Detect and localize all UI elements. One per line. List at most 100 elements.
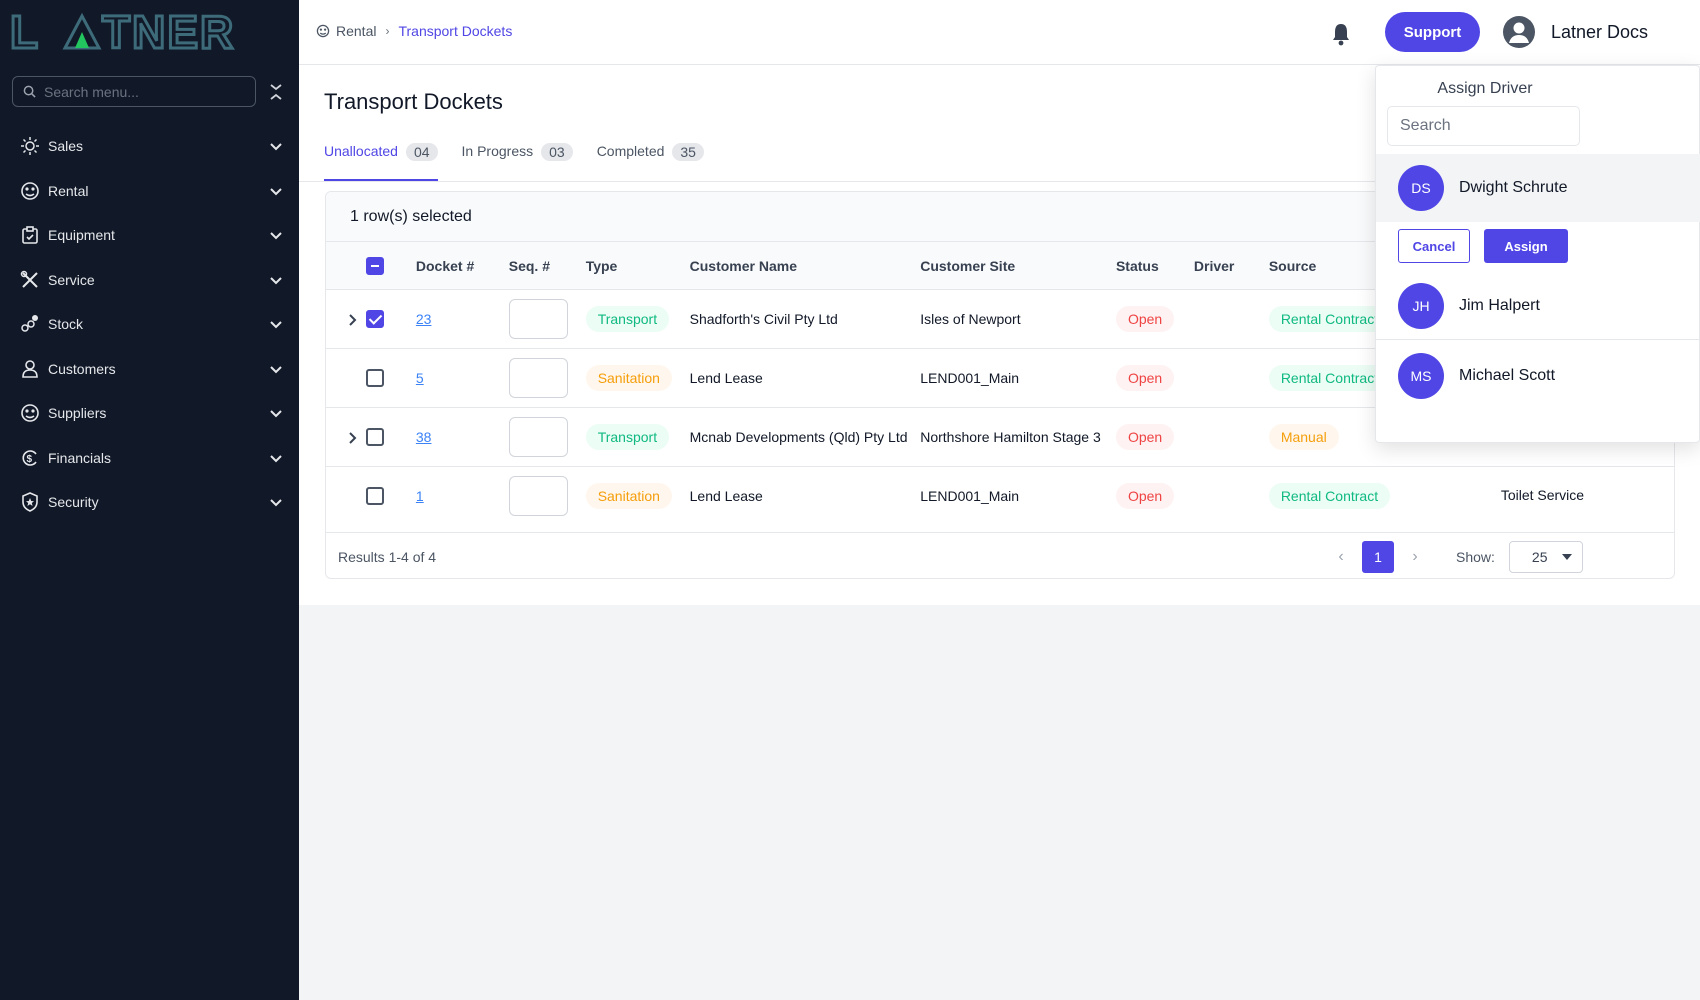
collapse-icon[interactable] [268,82,284,102]
sidebar-nav: Sales Rental Equipment Service Stock Cus… [0,124,299,525]
sidebar-item-label: Sales [48,138,84,155]
sidebar-item-equipment[interactable]: Equipment [0,213,299,258]
chevron-right-icon[interactable] [345,431,359,445]
docket-link[interactable]: 38 [416,429,432,445]
latner-logo[interactable]: L TNER [9,5,280,60]
column-header[interactable]: Status [1115,241,1194,290]
type-badge: Transport [585,306,670,332]
sidebar-item-label: Financials [48,449,112,466]
driver-option-dwight[interactable]: DS Dwight Schrute [1376,154,1700,222]
top-header: Rental › Transport Dockets Support Latne… [299,0,1700,65]
popover-actions: Cancel Assign [1398,229,1568,263]
type-badge: Transport [585,424,670,450]
chevron-down-icon [270,410,282,418]
driver-avatar: JH [1398,282,1444,329]
sidebar-search-input[interactable] [44,83,234,100]
driver-search-input[interactable] [1387,106,1580,146]
cancel-button[interactable]: Cancel [1398,229,1470,263]
chevron-down-icon [270,188,282,196]
sidebar-item-stock[interactable]: Stock [0,302,299,347]
column-header[interactable]: Type [585,241,690,290]
sidebar-item-label: Suppliers [48,405,107,422]
driver-avatar: MS [1398,352,1444,399]
seq-input[interactable] [508,417,568,457]
sidebar-item-customers[interactable]: Customers [0,347,299,392]
sidebar-item-sales[interactable]: Sales [0,124,299,169]
sidebar-item-suppliers[interactable]: Suppliers [0,391,299,436]
user-name: Latner Docs [1551,21,1649,42]
driver-name: Dwight Schrute [1459,179,1568,196]
results-count: Results 1-4 of 4 [338,548,437,565]
status-badge: Open [1115,424,1175,450]
sidebar-item-service[interactable]: Service [0,258,299,303]
table-footer: Results 1-4 of 4 ‹ 1 › Show: 25 [326,532,1674,578]
support-button[interactable]: Support [1385,12,1480,52]
tab-count: 04 [405,143,438,161]
table-row[interactable]: 1 Sanitation Lend Lease LEND001_Main Ope… [326,466,1674,526]
seq-input[interactable] [508,476,568,517]
select-all-checkbox[interactable] [365,256,384,275]
sidebar-item-label: Equipment [48,227,115,244]
sales-icon [19,135,41,157]
svg-text:TNER: TNER [102,10,235,54]
assign-button[interactable]: Assign [1484,229,1568,263]
svg-text:$: $ [27,454,33,465]
customers-icon [19,358,41,380]
page-size-select[interactable]: 25 [1508,541,1583,573]
chevron-right-icon[interactable] [345,313,359,327]
sidebar-item-rental[interactable]: Rental [0,169,299,214]
sidebar-item-security[interactable]: Security [0,480,299,525]
driver-cell [1194,290,1269,349]
suppliers-icon [19,402,41,424]
tab-label: In Progress [461,143,534,159]
seq-input[interactable] [508,299,568,339]
equipment-icon [19,224,41,246]
status-badge: Open [1115,365,1175,391]
bell-icon[interactable] [1330,22,1352,46]
search-icon [23,85,36,98]
tab-unallocated[interactable]: Unallocated 04 [324,137,438,181]
chevron-down-icon [270,143,282,151]
type-badge: Sanitation [585,483,672,510]
row-checkbox[interactable] [365,369,384,388]
source-badge: Manual [1268,424,1339,450]
customer-name: Lend Lease [689,488,763,505]
page-number[interactable]: 1 [1362,541,1394,573]
breadcrumb-current[interactable]: Transport Dockets [398,23,512,39]
docket-tabs: Unallocated 04 In Progress 03 Completed … [324,137,728,181]
breadcrumb-rental[interactable]: Rental [336,23,376,39]
sidebar-item-label: Service [48,271,95,288]
seq-input[interactable] [508,358,568,398]
user-menu[interactable]: Latner Docs [1503,16,1648,48]
prev-page-icon[interactable]: ‹ [1326,548,1356,566]
sidebar-search[interactable] [12,76,256,107]
popover-title: Assign Driver [1437,80,1533,97]
driver-option-michael[interactable]: MS Michael Scott [1376,341,1700,410]
column-header[interactable]: Driver [1193,241,1269,290]
row-checkbox[interactable] [365,310,384,329]
tab-label: Completed [596,143,665,159]
tab-completed[interactable]: Completed 35 [597,137,704,181]
tab-label: Unallocated [324,143,398,159]
row-checkbox[interactable] [365,487,384,506]
column-header[interactable]: Customer Name [689,241,921,290]
tab-in-progress[interactable]: In Progress 03 [462,137,573,181]
driver-option-jim[interactable]: JH Jim Halpert [1376,272,1700,340]
service-type-label: Toilet Service [1500,487,1585,503]
breadcrumb: Rental › Transport Dockets [316,23,512,39]
docket-link[interactable]: 5 [416,370,424,386]
docket-link[interactable]: 1 [416,488,424,504]
sidebar-item-financials[interactable]: $ Financials [0,436,299,481]
next-page-icon[interactable]: › [1400,548,1430,566]
column-header[interactable]: Docket # [415,241,509,290]
chevron-down-icon [270,321,282,329]
customer-name: Lend Lease [689,370,763,386]
column-header[interactable]: Customer Site [920,241,1116,290]
chevron-down-icon [270,455,282,463]
driver-avatar: DS [1398,165,1444,211]
column-header[interactable]: Seq. # [508,241,586,290]
docket-link[interactable]: 23 [416,311,432,327]
row-checkbox[interactable] [365,428,384,447]
show-label: Show: [1456,549,1495,565]
page-title: Transport Dockets [324,89,503,114]
